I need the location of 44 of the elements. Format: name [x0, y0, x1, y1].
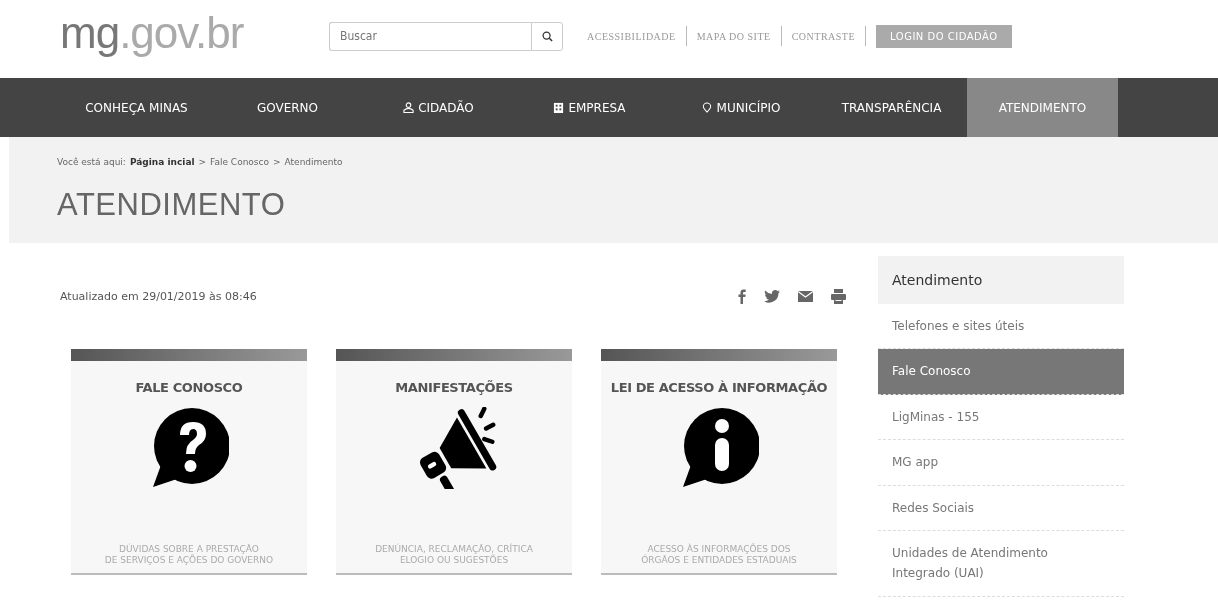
service-card[interactable]: FALE CONOSCO DÚVIDAS SOBRE A PRESTAÇÃO DE SERVIÇOS E AÇÕES DO GOVERNO [71, 349, 307, 575]
header-link[interactable]: MAPA DO SITE [696, 30, 771, 42]
twitter-icon[interactable] [764, 290, 780, 303]
updated-date: Atualizado em 29/01/2019 às 08:46 [60, 290, 257, 303]
print-icon[interactable] [831, 289, 846, 304]
sidebar-item[interactable]: Unidades de Atendimento Integrado (UAI) [878, 530, 1124, 597]
pin-icon [700, 102, 713, 113]
breadcrumb-separator: > [273, 157, 281, 167]
card-title: FALE CONOSCO [135, 380, 243, 395]
search-button[interactable] [531, 21, 563, 51]
sidebar-item[interactable]: Redes Sociais [878, 485, 1124, 531]
nav-item[interactable]: GOVERNO [212, 78, 363, 137]
breadcrumb-label: Você está aqui: [57, 157, 126, 167]
card-title: LEI DE ACESSO À INFORMAÇÃO [610, 380, 828, 395]
nav-item[interactable]: ATENDIMENTO [967, 78, 1118, 137]
sidebar-title: Atendimento [878, 256, 1124, 304]
person-icon [403, 102, 415, 113]
nav-item[interactable]: EMPRESA [514, 78, 665, 137]
sidebar-item[interactable]: LigMinas - 155 [878, 394, 1124, 441]
nav-item[interactable]: MUNICÍPIO [665, 78, 816, 137]
breadcrumb-link[interactable]: Atendimento [284, 157, 343, 167]
page-title: ATENDIMENTO [57, 187, 287, 223]
search-icon [541, 30, 553, 42]
facebook-icon[interactable] [738, 289, 746, 304]
sidebar-item[interactable]: Fale Conosco [878, 349, 1124, 395]
breadcrumb-link[interactable]: Página incial [129, 157, 195, 167]
site-logo[interactable]: mg.gov.br [60, 8, 329, 58]
sidebar-item[interactable]: MG app [878, 440, 1124, 486]
header-link[interactable]: CONTRASTE [791, 30, 856, 42]
email-icon[interactable] [798, 291, 813, 302]
breadcrumb-separator: > [198, 157, 207, 167]
card-description: DÚVIDAS SOBRE A PRESTAÇÃO DE SERVIÇOS E AÇÕES DO GOVERNO [104, 543, 274, 567]
service-card[interactable]: MANIFESTAÇÕES DENÚNCIA, RECLAMAÇÃO, CRÍTICA ELOGIO OU SUGESTÕES [336, 349, 572, 575]
header-link[interactable]: ACESSIBILIDADE [587, 30, 676, 42]
card-description: ACESSO ÀS INFORMAÇÕES DOS ÓRGÃOS E ENTIDADES ESTADUAIS [641, 543, 797, 567]
card-description: DENÚNCIA, RECLAMAÇÃO, CRÍTICA ELOGIO OU SUGESTÕES [375, 543, 533, 567]
breadcrumb-link[interactable]: Fale Conosco [210, 157, 269, 167]
nav-item[interactable]: CONHEÇA MINAS [61, 78, 212, 137]
service-card[interactable]: LEI DE ACESSO À INFORMAÇÃO ACESSO ÀS INFORMAÇÕES DOS ÓRGÃOS E ENTIDADES ESTADUAIS [601, 349, 837, 575]
building-icon [553, 102, 565, 113]
card-title: MANIFESTAÇÕES [395, 380, 513, 395]
nav-item[interactable]: CIDADÃO [363, 78, 514, 137]
nav-item[interactable]: TRANSPARÊNCIA [816, 78, 967, 137]
search-field[interactable]: Buscar [329, 21, 531, 51]
